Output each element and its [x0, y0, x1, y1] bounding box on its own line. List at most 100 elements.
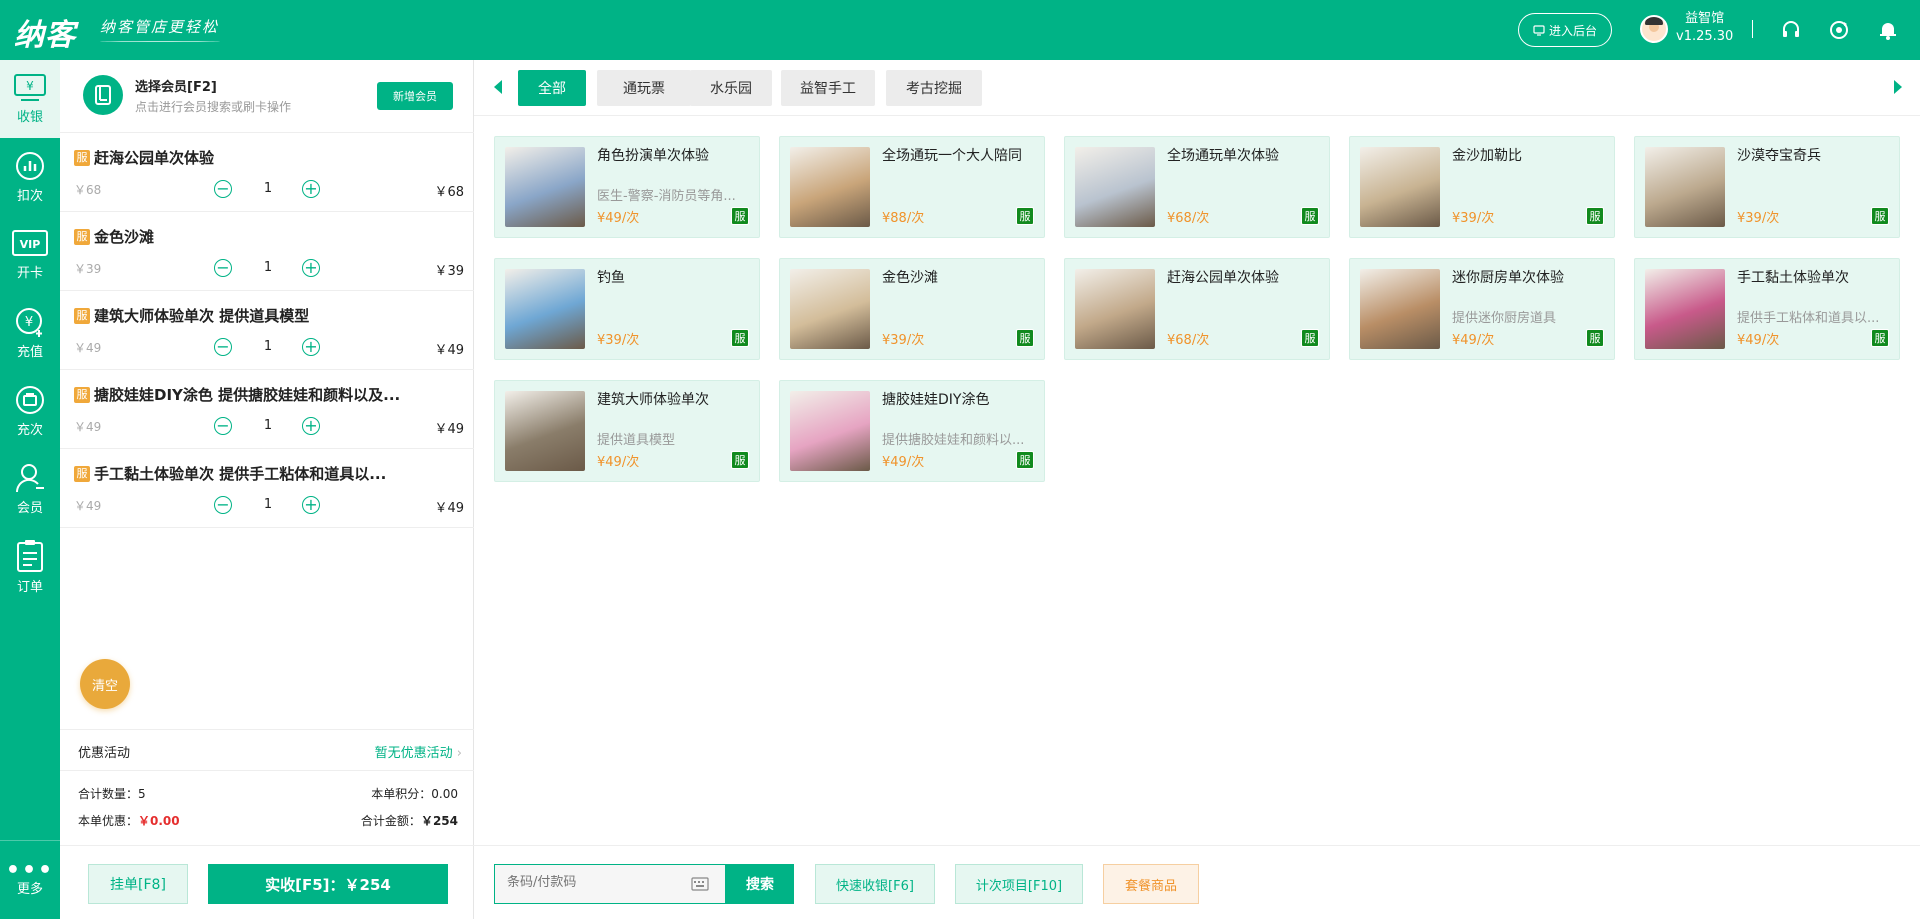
product-card[interactable]: 迷你厨房单次体验 提供迷你厨房道具 ¥49/次 服 — [1349, 258, 1615, 360]
sidebar-item-members[interactable]: 会员 — [0, 450, 60, 528]
cart-item[interactable]: 服搪胶娃娃DIY涂色 提供搪胶娃娃和颜料以及... ￥49 − 1 + ￥49 — [60, 370, 474, 449]
cart-item-qty[interactable]: 1 — [256, 418, 280, 433]
decrease-qty-button[interactable]: − — [214, 338, 232, 356]
bag-icon — [16, 386, 44, 414]
product-price: ¥49/次 — [597, 455, 640, 470]
pay-button[interactable]: 实收[F5]：￥254 — [208, 864, 448, 904]
refresh-icon[interactable] — [1828, 19, 1850, 41]
cart-item[interactable]: 服金色沙滩 ￥39 − 1 + ￥39 — [60, 212, 474, 291]
search-box[interactable] — [494, 864, 726, 904]
promotion-value[interactable]: 暂无优惠活动 › — [375, 742, 462, 761]
product-card[interactable]: 赶海公园单次体验 ¥68/次 服 — [1064, 258, 1330, 360]
product-card[interactable]: 搪胶娃娃DIY涂色 提供搪胶娃娃和颜料以... ¥49/次 服 — [779, 380, 1045, 482]
scroll-left-icon[interactable] — [494, 80, 502, 94]
svg-text:VIP: VIP — [20, 238, 41, 251]
sidebar-item-recharge-times[interactable]: 充次 — [0, 372, 60, 450]
enter-admin-button[interactable]: 进入后台 — [1518, 13, 1612, 47]
headset-icon[interactable] — [1780, 19, 1802, 41]
app-version: v1.25.30 — [1676, 29, 1734, 44]
product-card[interactable]: 金沙加勒比 ¥39/次 服 — [1349, 136, 1615, 238]
cart-item-qty[interactable]: 1 — [256, 181, 280, 196]
cart-item[interactable]: 服手工黏土体验单次 提供手工粘体和道具以... ￥49 − 1 + ￥49 — [60, 449, 474, 528]
cart-item[interactable]: 服建筑大师体验单次 提供道具模型 ￥49 − 1 + ￥49 — [60, 291, 474, 370]
increase-qty-button[interactable]: + — [302, 338, 320, 356]
cart-item[interactable]: 服赶海公园单次体验 ￥68 − 1 + ￥68 — [60, 133, 474, 212]
tab-all[interactable]: 全部 — [518, 70, 586, 106]
barcode-input[interactable] — [507, 875, 687, 890]
scroll-right-icon[interactable] — [1894, 80, 1902, 94]
search-button[interactable]: 搜索 — [726, 864, 794, 904]
clear-cart-button[interactable]: 清空 — [80, 659, 130, 709]
cart-item-title: 搪胶娃娃DIY涂色 提供搪胶娃娃和颜料以及... — [94, 386, 401, 404]
member-card-icon — [83, 75, 123, 115]
increase-qty-button[interactable]: + — [302, 417, 320, 435]
cart-item-price: ￥68 — [74, 183, 102, 197]
avatar[interactable] — [1640, 15, 1668, 43]
hold-order-button[interactable]: 挂单[F8] — [88, 864, 188, 904]
cart-item-title: 手工黏土体验单次 提供手工粘体和道具以... — [94, 465, 387, 483]
product-thumbnail — [505, 269, 585, 349]
service-badge: 服 — [1016, 329, 1034, 347]
product-thumbnail — [790, 391, 870, 471]
shop-info[interactable]: 益智馆 v1.25.30 — [1676, 10, 1733, 46]
product-card[interactable]: 全场通玩单次体验 ¥68/次 服 — [1064, 136, 1330, 238]
keyboard-icon[interactable] — [691, 877, 709, 891]
product-name: 建筑大师体验单次 — [597, 392, 709, 408]
product-name: 全场通玩单次体验 — [1167, 148, 1279, 164]
increase-qty-button[interactable]: + — [302, 496, 320, 514]
package-button[interactable]: 套餐商品 — [1103, 864, 1199, 904]
cart-item-qty[interactable]: 1 — [256, 497, 280, 512]
product-price: ¥49/次 — [1737, 333, 1780, 348]
member-title: 选择会员[F2] — [135, 80, 217, 95]
tab-water-park[interactable]: 水乐园 — [690, 70, 772, 106]
product-card[interactable]: 钓鱼 ¥39/次 服 — [494, 258, 760, 360]
product-card[interactable]: 金色沙滩 ¥39/次 服 — [779, 258, 1045, 360]
sidebar-item-deduct[interactable]: 扣次 — [0, 138, 60, 216]
decrease-qty-button[interactable]: − — [214, 417, 232, 435]
decrease-qty-button[interactable]: − — [214, 180, 232, 198]
clipboard-icon — [17, 540, 43, 572]
bell-icon[interactable] — [1877, 19, 1899, 41]
product-thumbnail — [1360, 269, 1440, 349]
total-qty-value: 5 — [138, 787, 146, 801]
product-price: ¥39/次 — [1452, 211, 1495, 226]
product-card[interactable]: 沙漠夺宝奇兵 ¥39/次 服 — [1634, 136, 1900, 238]
quick-cash-button[interactable]: 快速收银[F6] — [815, 864, 935, 904]
tab-archaeology[interactable]: 考古挖掘 — [886, 70, 982, 106]
sidebar-item-open-card[interactable]: VIP 开卡 — [0, 216, 60, 294]
decrease-qty-button[interactable]: − — [214, 259, 232, 277]
cart-item-total: ￥49 — [434, 501, 464, 516]
product-card[interactable]: 手工黏土体验单次 提供手工粘体和道具以... ¥49/次 服 — [1634, 258, 1900, 360]
cart-item-total: ￥39 — [434, 264, 464, 279]
product-price: ¥49/次 — [882, 455, 925, 470]
decrease-qty-button[interactable]: − — [214, 496, 232, 514]
svg-text:¥: ¥ — [25, 315, 33, 330]
promotion-row[interactable]: 优惠活动 暂无优惠活动 › — [60, 729, 474, 771]
product-card[interactable]: 角色扮演单次体验 医生-警察-消防员等角... ¥49/次 服 — [494, 136, 760, 238]
sidebar-item-cashier[interactable]: ¥ 收银 — [0, 60, 60, 138]
tab-crafts[interactable]: 益智手工 — [781, 70, 875, 106]
increase-qty-button[interactable]: + — [302, 180, 320, 198]
product-price: ¥39/次 — [882, 333, 925, 348]
total-qty-label: 合计数量： — [78, 787, 139, 801]
product-price: ¥49/次 — [1452, 333, 1495, 348]
slogan: 纳客管店更轻松 — [100, 18, 220, 36]
product-area: 全部 通玩票 水乐园 益智手工 考古挖掘 角色扮演单次体验 医生-警察-消防员等角… — [474, 60, 1920, 919]
product-name: 搪胶娃娃DIY涂色 — [882, 392, 990, 408]
product-card[interactable]: 全场通玩一个大人陪同 ¥88/次 服 — [779, 136, 1045, 238]
sidebar-item-recharge[interactable]: ¥ 充值 — [0, 294, 60, 372]
increase-qty-button[interactable]: + — [302, 259, 320, 277]
sidebar-item-orders[interactable]: 订单 — [0, 528, 60, 606]
count-item-button[interactable]: 计次项目[F10] — [955, 864, 1083, 904]
cart-item-qty[interactable]: 1 — [256, 339, 280, 354]
cart-item-qty[interactable]: 1 — [256, 260, 280, 275]
tab-pass[interactable]: 通玩票 — [597, 70, 691, 106]
sidebar: ¥ 收银 扣次 VIP 开卡 ¥ 充值 充次 会员 订单 ••• 更多 — [0, 60, 60, 919]
new-member-button[interactable]: 新增会员 — [377, 82, 453, 110]
sidebar-item-more[interactable]: ••• 更多 — [0, 840, 60, 919]
member-selector[interactable]: 选择会员[F2] 点击进行会员搜索或刷卡操作 新增会员 — [60, 60, 474, 133]
product-name: 迷你厨房单次体验 — [1452, 270, 1564, 286]
product-card[interactable]: 建筑大师体验单次 提供道具模型 ¥49/次 服 — [494, 380, 760, 482]
service-badge: 服 — [74, 307, 90, 324]
cart-item-name: 服搪胶娃娃DIY涂色 提供搪胶娃娃和颜料以及... — [74, 384, 400, 405]
